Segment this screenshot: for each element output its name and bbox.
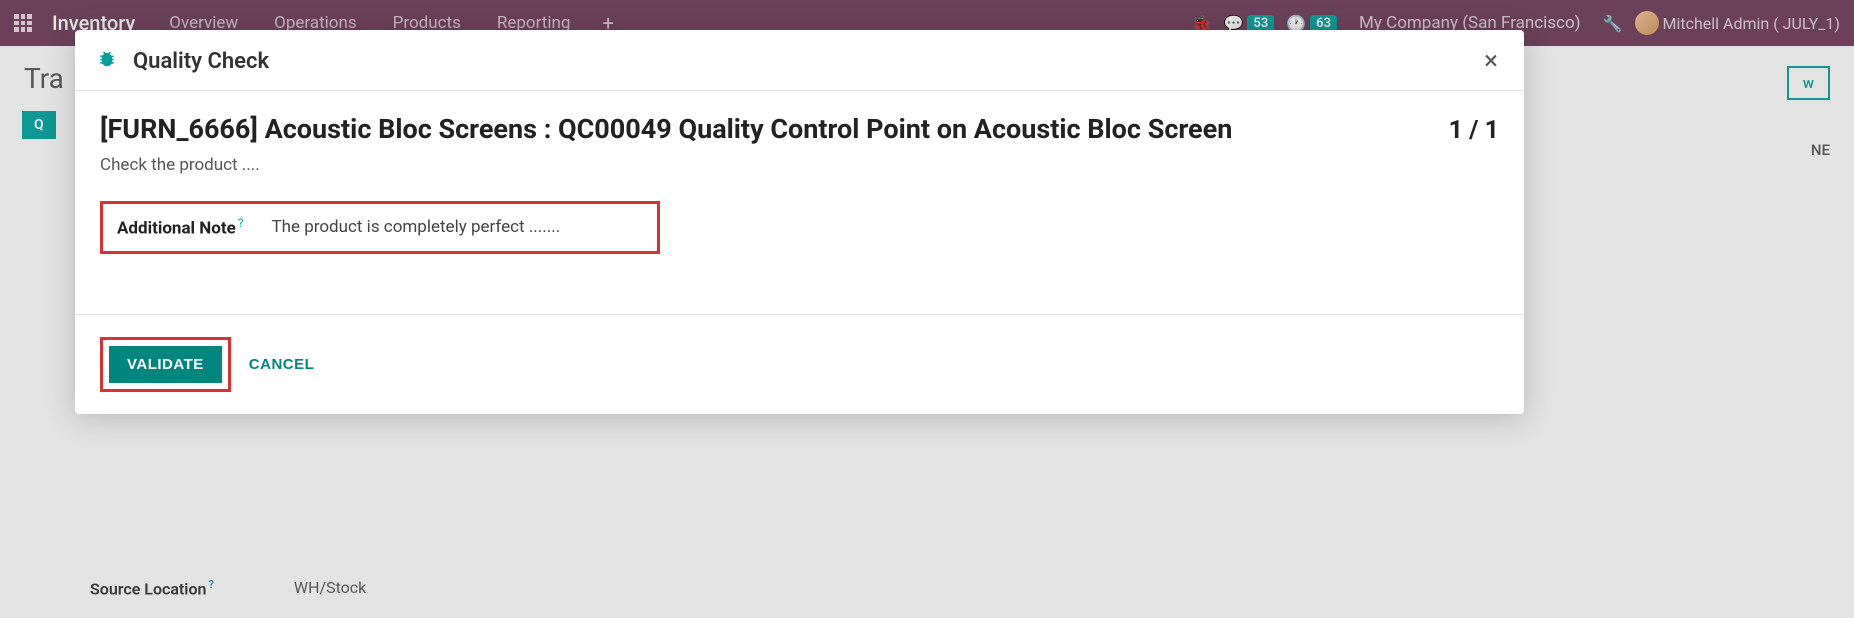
validate-button[interactable]: VALIDATE [109,346,222,383]
qc-instructions: Check the product .... [100,155,1499,175]
qc-pager: 1 / 1 [1449,116,1499,145]
modal-footer: VALIDATE CANCEL [75,314,1524,414]
modal-header: Quality Check × [75,30,1524,91]
cancel-button[interactable]: CANCEL [249,356,315,373]
additional-note-row: Additional Note? The product is complete… [100,201,660,254]
additional-note-value[interactable]: The product is completely perfect ......… [271,217,560,237]
bug-icon [97,49,117,74]
additional-note-label: Additional Note? [117,216,243,239]
modal-title: Quality Check [133,49,269,74]
quality-check-modal: Quality Check × [FURN_6666] Acoustic Blo… [75,30,1524,414]
qc-headline: [FURN_6666] Acoustic Bloc Screens : QC00… [100,113,1232,145]
modal-body: [FURN_6666] Acoustic Bloc Screens : QC00… [75,91,1524,314]
validate-highlight: VALIDATE [100,337,231,392]
modal-close-button[interactable]: × [1480,48,1502,74]
